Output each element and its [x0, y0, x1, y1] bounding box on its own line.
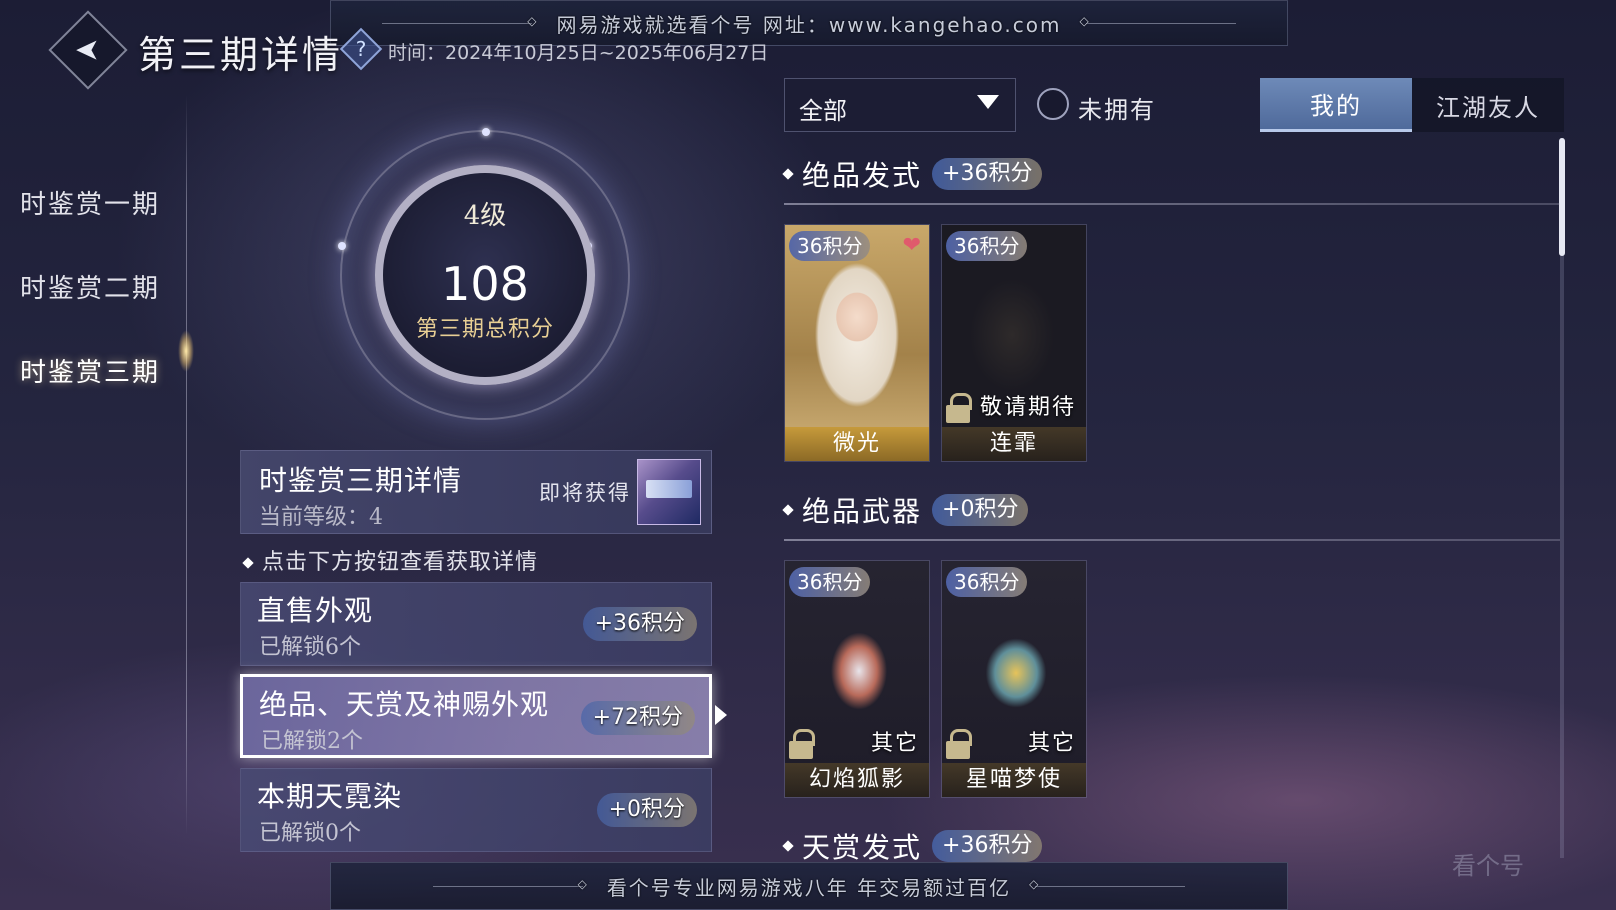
item-card[interactable]: 36积分 敬请期待 连霏: [941, 224, 1087, 462]
period-tab-1[interactable]: 时鉴赏一期: [20, 160, 190, 244]
category-row-dye[interactable]: 本期天霓染 已解锁0个 +0积分: [240, 768, 712, 852]
detail-title: 时鉴赏三期详情: [259, 464, 463, 497]
category-title: 直售外观: [257, 594, 374, 627]
corner-logo: 看个号: [1452, 852, 1524, 880]
bullet-icon: [782, 168, 794, 180]
period-tab-3[interactable]: 时鉴赏三期: [20, 328, 190, 412]
tab-friends[interactable]: 江湖友人: [1412, 78, 1564, 132]
back-arrow-icon: ➤: [75, 32, 101, 68]
section-points: +36积分: [932, 830, 1043, 862]
item-card[interactable]: 36积分 其它 星喵梦使: [941, 560, 1087, 798]
category-unlocked: 已解锁6个: [259, 635, 361, 660]
section-title: 绝品武器: [802, 495, 923, 528]
section-points: +0积分: [932, 494, 1029, 526]
category-row-premium[interactable]: 绝品、天赏及神赐外观 已解锁2个 +72积分: [240, 674, 727, 758]
selected-arrow-icon: [715, 705, 727, 725]
lock-icon: [789, 729, 815, 759]
page-title: 第三期详情: [138, 33, 344, 77]
item-tag: 敬请期待: [979, 395, 1076, 420]
category-points: +36积分: [582, 607, 697, 641]
item-points: 36积分: [946, 231, 1028, 261]
section-header-premium-hairstyle: 天赏发式 +36积分: [782, 826, 1043, 866]
period-tab-2[interactable]: 时鉴赏二期: [20, 244, 190, 328]
detail-upcoming-label: 即将获得: [539, 481, 631, 505]
lock-icon: [946, 393, 972, 423]
watermark-text-bottom: 看个号专业网易游戏八年 年交易额过百亿: [606, 875, 1012, 900]
bullet-icon: [242, 557, 254, 569]
section-header-weapon: 绝品武器 +0积分: [782, 490, 1029, 530]
dial-dot: [338, 242, 346, 250]
dial-level: 4级: [463, 201, 507, 231]
back-button[interactable]: ➤: [48, 10, 128, 90]
category-title: 本期天霓染: [257, 780, 403, 813]
active-period-glow: [178, 330, 194, 372]
item-points: 36积分: [789, 231, 871, 261]
reward-thumbnail[interactable]: [637, 459, 701, 525]
filter-dropdown[interactable]: 全部: [784, 78, 1016, 132]
detail-current-level: 当前等级：4: [259, 505, 383, 530]
category-points: +72积分: [580, 701, 695, 735]
event-time-range: 时间：2024年10月25日~2025年06月27日: [388, 42, 769, 64]
item-tag: 其它: [870, 731, 919, 756]
section-header-hairstyle: 绝品发式 +36积分: [782, 154, 1043, 194]
category-title: 绝品、天赏及神赐外观: [259, 688, 550, 721]
section-divider: [784, 539, 1560, 541]
section-title: 天赏发式: [802, 831, 923, 864]
hint-text: 点击下方按钮查看获取详情: [242, 544, 538, 576]
filter-selected-value: 全部: [799, 97, 847, 125]
score-dial: 4级 108 第三期总积分: [338, 128, 630, 420]
period-nav: 时鉴赏一期 时鉴赏二期 时鉴赏三期: [20, 160, 190, 412]
item-name: 连霏: [942, 427, 1086, 461]
item-card[interactable]: 36积分 其它 幻焰狐影: [784, 560, 930, 798]
chevron-down-icon: [977, 95, 999, 109]
section-points: +36积分: [932, 158, 1043, 190]
category-unlocked: 已解锁0个: [259, 821, 361, 846]
unowned-radio[interactable]: [1037, 88, 1069, 120]
watermark-text-top: 网易游戏就选看个号 网址：www.kangehao.com: [556, 12, 1062, 37]
section-divider: [784, 203, 1560, 205]
scrollbar-thumb[interactable]: [1559, 138, 1565, 256]
item-points: 36积分: [946, 567, 1028, 597]
dial-label: 第三期总积分: [415, 317, 554, 342]
item-points: 36积分: [789, 567, 871, 597]
lock-icon: [946, 729, 972, 759]
dial-score: 108: [441, 257, 529, 311]
section-title: 绝品发式: [802, 159, 923, 192]
category-row-direct-sale[interactable]: 直售外观 已解锁6个 +36积分: [240, 582, 712, 666]
watermark-banner-bottom: 看个号专业网易游戏八年 年交易额过百亿: [330, 862, 1288, 910]
category-unlocked: 已解锁2个: [261, 729, 363, 754]
favorite-heart-icon[interactable]: ❤: [903, 233, 921, 258]
dial-inner-ring: 4级 108 第三期总积分: [375, 165, 595, 385]
item-name: 微光: [785, 427, 929, 461]
category-points: +0积分: [596, 793, 697, 827]
item-name: 星喵梦使: [942, 763, 1086, 797]
item-name: 幻焰狐影: [785, 763, 929, 797]
period-detail-card[interactable]: 时鉴赏三期详情 当前等级：4 即将获得: [240, 450, 712, 534]
dial-dot: [482, 128, 490, 136]
bullet-icon: [782, 504, 794, 516]
tab-mine[interactable]: 我的: [1260, 78, 1412, 132]
item-tag: 其它: [1027, 731, 1076, 756]
unowned-label[interactable]: 未拥有: [1078, 90, 1156, 125]
item-card[interactable]: 36积分 ❤ 微光: [784, 224, 930, 462]
bullet-icon: [782, 840, 794, 852]
